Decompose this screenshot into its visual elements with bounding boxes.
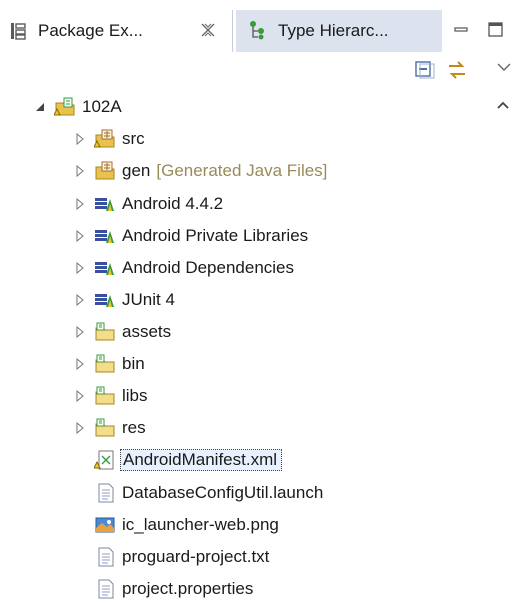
tab-type-hierarchy[interactable]: Type Hierarc... [236,10,442,52]
tree-item-libs[interactable]: libs [72,381,148,411]
tree-item-database-config-util[interactable]: DatabaseConfigUtil.launch [88,478,323,508]
file-icon [94,578,116,600]
tree-item-android-manifest[interactable]: AndroidManifest.xml [88,445,283,475]
collapsed-arrow-icon[interactable] [72,196,88,212]
tab-package-explorer-label: Package Ex... [38,21,143,40]
tree-item-project-properties[interactable]: project.properties [88,574,253,604]
tree-item-android-4-4-2[interactable]: Android 4.4.2 [72,189,223,219]
tree-item-src[interactable]: src [72,124,145,154]
collapsed-arrow-icon[interactable] [72,292,88,308]
tree-item-label: Android Dependencies [122,258,295,277]
tree-item-label: proguard-project.txt [122,547,270,566]
tree-project-root[interactable]: 102A [32,92,122,122]
project-icon [54,96,76,118]
tree-item-label: DatabaseConfigUtil.launch [122,483,324,502]
maximize-icon[interactable] [486,22,506,38]
collapse-all-icon[interactable] [414,60,436,80]
library-icon [94,257,116,279]
tree-item-label: project.properties [122,579,254,598]
collapsed-arrow-icon[interactable] [72,420,88,436]
scroll-up-icon[interactable] [494,98,512,112]
tree-item-junit-4[interactable]: JUnit 4 [72,285,175,315]
tree-item-label: assets [122,322,172,341]
tree-item-proguard-project[interactable]: proguard-project.txt [88,542,269,572]
type-hierarchy-icon [250,21,264,40]
link-with-editor-icon[interactable] [446,60,468,80]
xml-file-icon [94,449,116,471]
collapsed-arrow-icon[interactable] [72,260,88,276]
generated-decoration: [Generated Java Files] [156,161,328,180]
tree-item-label: JUnit 4 [122,290,175,309]
view-menu-icon[interactable] [495,60,513,74]
tree-item-label: src [122,129,145,148]
collapsed-arrow-icon[interactable] [72,388,88,404]
tree-item-label: Android 4.4.2 [122,194,224,213]
tab-type-hierarchy-label: Type Hierarc... [278,21,389,40]
view-tab-bar: Package Ex... Type Hierarc... [0,0,520,56]
collapsed-arrow-icon[interactable] [72,228,88,244]
tree-item-label: Android Private Libraries [122,226,309,245]
tree-item-res[interactable]: res [72,413,146,443]
source-folder-icon [94,128,116,150]
tab-package-explorer[interactable]: Package Ex... [0,10,230,52]
package-explorer-icon [11,23,26,40]
project-name: 102A [82,97,122,116]
collapsed-arrow-icon[interactable] [72,131,88,147]
folder-icon [94,321,116,343]
library-icon [94,225,116,247]
tree-item-android-dependencies[interactable]: Android Dependencies [72,253,294,283]
tree-item-android-private-libraries[interactable]: Android Private Libraries [72,221,308,251]
image-file-icon [94,514,116,536]
folder-icon [94,417,116,439]
tree-item-label: AndroidManifest.xml [120,449,283,471]
collapsed-arrow-icon[interactable] [72,356,88,372]
library-icon [94,289,116,311]
folder-icon [94,385,116,407]
tree-item-label: bin [122,354,145,373]
tree-item-assets[interactable]: assets [72,317,171,347]
minimize-icon[interactable] [452,22,472,38]
tree-item-ic-launcher-web[interactable]: ic_launcher-web.png [88,510,279,540]
library-icon [94,193,116,215]
expanded-arrow-icon[interactable] [32,99,48,115]
file-icon [94,482,116,504]
source-folder-icon [94,160,116,182]
tree-item-gen[interactable]: gen [Generated Java Files] [72,156,327,186]
collapsed-arrow-icon[interactable] [72,324,88,340]
close-icon[interactable] [200,22,216,38]
tree-item-label: libs [122,386,148,405]
file-icon [94,546,116,568]
tree-item-label: res [122,418,146,437]
tree-item-bin[interactable]: bin [72,349,145,379]
tab-separator [232,10,233,52]
tree-item-label: gen [122,161,151,180]
collapsed-arrow-icon[interactable] [72,163,88,179]
folder-icon [94,353,116,375]
tree-item-label: ic_launcher-web.png [122,515,279,534]
